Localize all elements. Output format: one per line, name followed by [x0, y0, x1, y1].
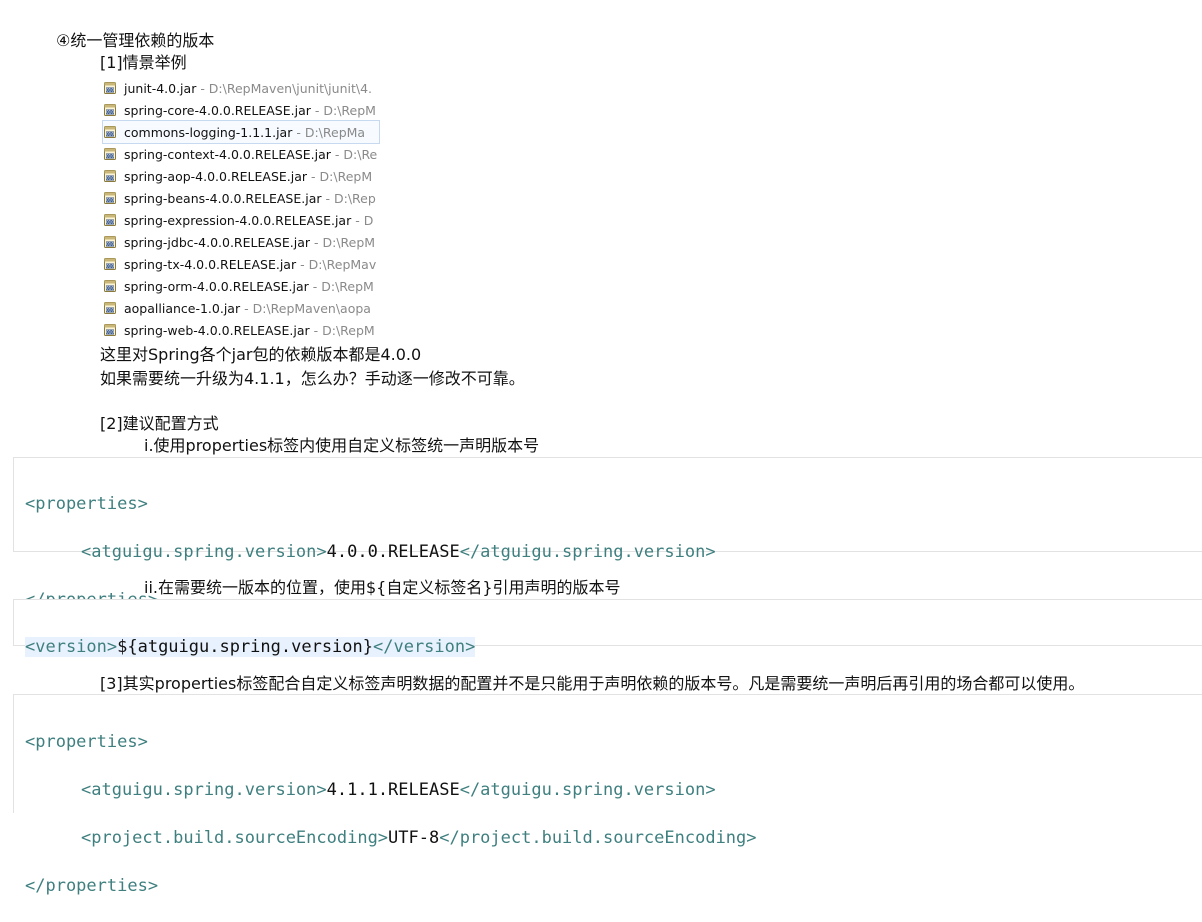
jar-icon: 010 — [103, 279, 117, 293]
section3-text: [3]其实properties标签配合自定义标签声明数据的配置并不是只能用于声明… — [100, 674, 1085, 693]
jar-path: - D:\Rep — [325, 190, 376, 206]
jar-list: 010 junit-4.0.jar - D:\RepMaven\junit\jun… — [102, 77, 383, 341]
jar-item[interactable]: 010 spring-aop-4.0.0.RELEASE.jar - D:\Rep… — [103, 165, 379, 187]
svg-text:010: 010 — [106, 154, 114, 159]
jar-item[interactable]: 010 spring-tx-4.0.0.RELEASE.jar - D:\RepM… — [103, 253, 379, 275]
xml-tag: <project.build.sourceEncoding> — [81, 828, 389, 848]
svg-text:010: 010 — [106, 88, 114, 93]
jar-item[interactable]: 010 commons-logging-1.1.1.jar - D:\RepMa — [102, 120, 380, 144]
svg-text:010: 010 — [106, 308, 114, 313]
xml-tag: </project.build.sourceEncoding> — [439, 828, 757, 848]
jar-icon: 010 — [103, 81, 117, 95]
jar-path: - D:\RepM — [313, 322, 375, 338]
svg-text:010: 010 — [106, 242, 114, 247]
section2-title: [2]建议配置方式 — [100, 414, 219, 433]
xml-tag: </atguigu.spring.version> — [459, 780, 716, 800]
jar-name: spring-context-4.0.0.RELEASE.jar — [124, 146, 331, 162]
jar-path: - D:\Re — [334, 146, 378, 162]
code-line: <atguigu.spring.version>4.0.0.RELEASE</a… — [25, 540, 1202, 564]
xml-value: 4.0.0.RELEASE — [326, 542, 460, 562]
jar-item[interactable]: 010 spring-core-4.0.0.RELEASE.jar - D:\Re… — [103, 99, 379, 121]
jar-icon: 010 — [103, 257, 117, 271]
jar-name: aopalliance-1.0.jar — [124, 300, 241, 316]
highlighted-code: <version>${atguigu.spring.version}</vers… — [25, 637, 476, 657]
code-block-version: <version>${atguigu.spring.version}</vers… — [13, 599, 1202, 657]
section-heading: ④统一管理依赖的版本 — [56, 31, 215, 50]
code-line: <version>${atguigu.spring.version}</vers… — [25, 635, 1202, 659]
jar-path: - D:\RepMaven\aopa — [244, 300, 371, 316]
jar-icon: 010 — [103, 301, 117, 315]
section1-title: [1]情景举例 — [100, 53, 187, 72]
code-line: <project.build.sourceEncoding>UTF-8</pro… — [25, 826, 1202, 850]
xml-tag: <atguigu.spring.version> — [81, 780, 327, 800]
code-line: <properties> — [25, 730, 1202, 754]
section2-step1: i.使用properties标签内使用自定义标签统一声明版本号 — [144, 436, 540, 455]
jar-name: junit-4.0.jar — [124, 80, 197, 96]
jar-item[interactable]: 010 spring-orm-4.0.0.RELEASE.jar - D:\Rep… — [103, 275, 379, 297]
note-upgrade: 如果需要统一升级为4.1.1，怎么办？手动逐一修改不可靠。 — [100, 369, 525, 388]
jar-icon: 010 — [103, 323, 117, 337]
jar-name: commons-logging-1.1.1.jar — [124, 124, 293, 140]
code-block-properties: <properties> <atguigu.spring.version>4.0… — [13, 457, 1202, 610]
xml-value: 4.1.1.RELEASE — [326, 780, 460, 800]
code-line: <properties> — [25, 492, 1202, 516]
jar-icon: 010 — [103, 125, 117, 139]
jar-item[interactable]: 010 spring-beans-4.0.0.RELEASE.jar - D:\R… — [103, 187, 379, 209]
xml-tag: <version> — [25, 637, 118, 657]
svg-text:010: 010 — [106, 132, 114, 137]
note-versions: 这里对Spring各个jar包的依赖版本都是4.0.0 — [100, 345, 422, 364]
jar-item[interactable]: 010 spring-context-4.0.0.RELEASE.jar - D:… — [103, 143, 379, 165]
code-line: <atguigu.spring.version>4.1.1.RELEASE</a… — [25, 778, 1202, 802]
jar-name: spring-web-4.0.0.RELEASE.jar — [124, 322, 310, 338]
jar-item[interactable]: 010 aopalliance-1.0.jar - D:\RepMaven\aop… — [103, 297, 379, 319]
xml-tag: </version> — [373, 637, 476, 657]
jar-path: - D:\RepMav — [300, 256, 377, 272]
xml-tag: <atguigu.spring.version> — [81, 542, 327, 562]
xml-value: ${atguigu.spring.version} — [117, 637, 373, 657]
svg-text:010: 010 — [106, 198, 114, 203]
svg-text:010: 010 — [106, 110, 114, 115]
code-block-properties-extended: <properties> <atguigu.spring.version>4.1… — [13, 694, 1202, 896]
jar-item[interactable]: 010 spring-jdbc-4.0.0.RELEASE.jar - D:\Re… — [103, 231, 379, 253]
xml-tag: </atguigu.spring.version> — [459, 542, 716, 562]
jar-icon: 010 — [103, 169, 117, 183]
jar-path: - D:\RepM — [311, 168, 373, 184]
jar-path: - D:\RepM — [314, 234, 376, 250]
jar-name: spring-core-4.0.0.RELEASE.jar — [124, 102, 311, 118]
jar-icon: 010 — [103, 147, 117, 161]
svg-text:010: 010 — [106, 176, 114, 181]
jar-path: - D:\RepM — [314, 102, 376, 118]
jar-icon: 010 — [103, 235, 117, 249]
jar-path: - D:\RepMa — [296, 124, 366, 140]
jar-path: - D:\RepM — [312, 278, 374, 294]
code-line: </properties> — [25, 874, 1202, 898]
section2-step2: ii.在需要统一版本的位置，使用${自定义标签名}引用声明的版本号 — [144, 578, 621, 597]
jar-name: spring-aop-4.0.0.RELEASE.jar — [124, 168, 308, 184]
jar-icon: 010 — [103, 213, 117, 227]
jar-name: spring-jdbc-4.0.0.RELEASE.jar — [124, 234, 311, 250]
jar-path: - D — [355, 212, 374, 228]
jar-path: - D:\RepMaven\junit\junit\4. — [200, 80, 373, 96]
xml-value: UTF-8 — [388, 828, 440, 848]
svg-text:010: 010 — [106, 286, 114, 291]
jar-icon: 010 — [103, 103, 117, 117]
jar-name: spring-orm-4.0.0.RELEASE.jar — [124, 278, 309, 294]
svg-text:010: 010 — [106, 264, 114, 269]
jar-item[interactable]: 010 junit-4.0.jar - D:\RepMaven\junit\jun… — [103, 77, 379, 99]
jar-name: spring-beans-4.0.0.RELEASE.jar — [124, 190, 322, 206]
xml-tag: <properties> — [25, 494, 148, 514]
xml-tag: <properties> — [25, 732, 148, 752]
svg-text:010: 010 — [106, 220, 114, 225]
jar-item[interactable]: 010 spring-expression-4.0.0.RELEASE.jar -… — [103, 209, 379, 231]
jar-name: spring-tx-4.0.0.RELEASE.jar — [124, 256, 297, 272]
svg-text:010: 010 — [106, 330, 114, 335]
jar-item[interactable]: 010 spring-web-4.0.0.RELEASE.jar - D:\Rep… — [103, 319, 379, 341]
jar-name: spring-expression-4.0.0.RELEASE.jar — [124, 212, 352, 228]
jar-icon: 010 — [103, 191, 117, 205]
xml-tag: </properties> — [25, 876, 159, 896]
